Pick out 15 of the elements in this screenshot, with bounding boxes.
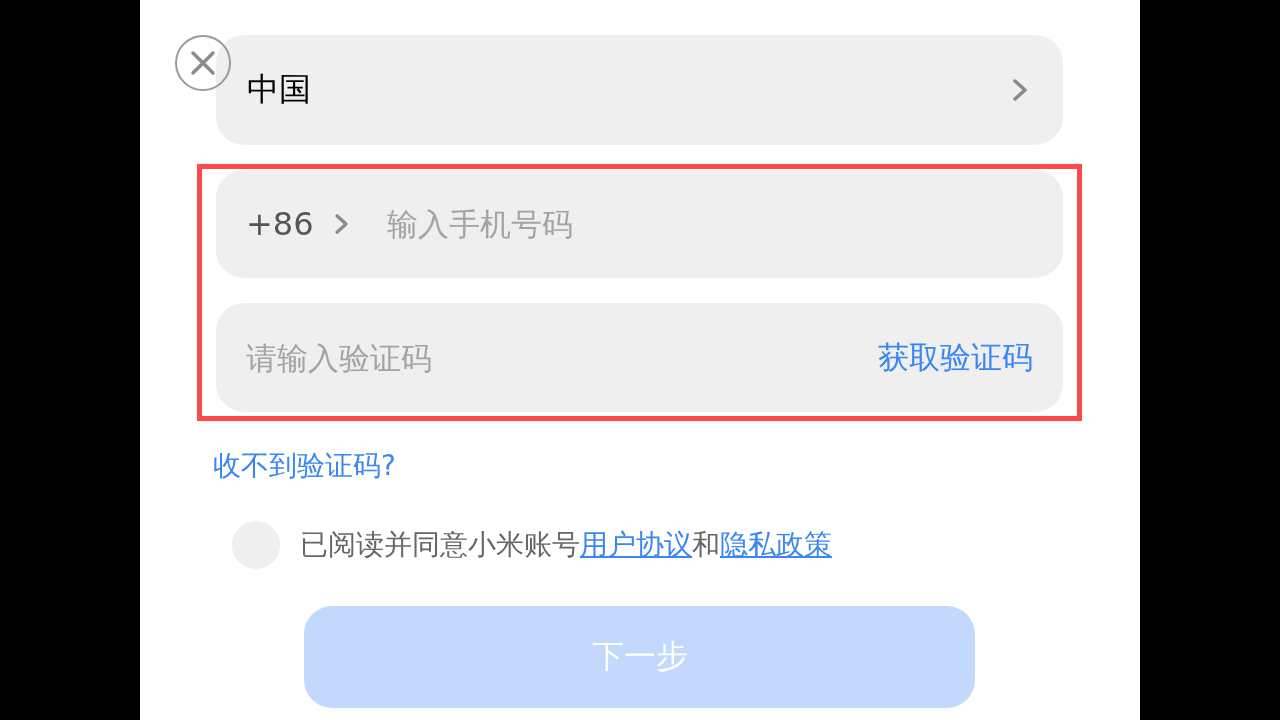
phone-number-input[interactable]: 输入手机号码 [386,202,1033,246]
close-button[interactable] [175,35,231,91]
phone-number-field[interactable]: +86 输入手机号码 [216,170,1063,278]
get-code-button[interactable]: 获取验证码 [878,336,1033,379]
verification-code-field[interactable]: 请输入验证码 获取验证码 [216,303,1063,412]
close-icon [175,35,231,91]
help-link[interactable]: 收不到验证码? [213,445,396,487]
country-code-button[interactable]: +86 [246,205,349,243]
chevron-right-icon [1012,78,1028,102]
verification-code-input[interactable]: 请输入验证码 [246,335,878,380]
region-select-button[interactable]: 中国 [216,35,1063,145]
chevron-right-icon [333,213,349,235]
policy-link[interactable]: 用户协议 [580,528,692,561]
agreement-text: 已阅读并同意小米账号用户协议和隐私政策 [300,527,832,563]
policy-link[interactable]: 隐私政策 [720,528,832,561]
